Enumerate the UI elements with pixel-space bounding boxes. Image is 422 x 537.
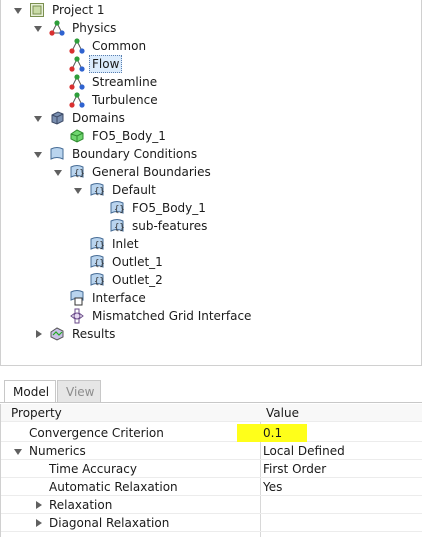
tree-label-results: Results	[72, 327, 116, 341]
interface-icon	[69, 290, 85, 306]
property-label: Numerics	[29, 444, 86, 458]
collapse-toggle[interactable]	[53, 167, 63, 177]
results-icon	[49, 326, 65, 342]
property-label: Relaxation	[49, 498, 113, 512]
tree-node-default-body[interactable]: {} FO5_Body_1	[1, 199, 241, 217]
tree-label-common: Common	[92, 39, 147, 53]
tree-node-streamline[interactable]: Streamline	[1, 73, 201, 91]
tree-node-results[interactable]: Results	[1, 325, 201, 343]
svg-text:{}: {}	[114, 205, 125, 215]
svg-text:{}: {}	[94, 259, 105, 269]
tab-view[interactable]: View	[57, 380, 101, 402]
convergence-value-field[interactable]: 0.1	[237, 424, 307, 442]
tree-node-outlet-1[interactable]: {} Outlet_1	[1, 253, 221, 271]
tree-node-mismatched[interactable]: Mismatched Grid Interface	[1, 307, 261, 325]
property-label: Diagonal Relaxation	[49, 516, 170, 530]
tree-label-turbulence: Turbulence	[92, 93, 158, 107]
tree-label-outlet-1: Outlet_1	[112, 255, 163, 269]
physics-node-icon	[69, 56, 85, 72]
tree-label-default-body: FO5_Body_1	[132, 201, 206, 215]
collapse-toggle[interactable]	[33, 23, 43, 33]
boundary-icon: {}	[109, 218, 125, 234]
collapse-toggle[interactable]	[73, 185, 83, 195]
tree-node-domains[interactable]: Domains	[1, 109, 201, 127]
tree-node-default[interactable]: {} Default	[1, 181, 221, 199]
boundary-icon: {}	[89, 254, 105, 270]
tree-label-inlet: Inlet	[112, 237, 139, 251]
expand-toggle[interactable]	[33, 518, 43, 528]
property-table: Property Value Convergence Criterion 0.1…	[0, 404, 422, 537]
tree-node-outlet-2[interactable]: {} Outlet_2	[1, 271, 221, 289]
boundary-icon: {}	[89, 236, 105, 252]
svg-text:{}: {}	[94, 187, 105, 197]
tree-label-general-boundaries: General Boundaries	[92, 165, 211, 179]
tree-node-domain-body[interactable]: FO5_Body_1	[1, 127, 221, 145]
table-header: Property Value	[1, 404, 422, 422]
physics-node-icon	[69, 92, 85, 108]
physics-node-icon	[69, 38, 85, 54]
table-row-diagonal-relaxation[interactable]: Diagonal Relaxation	[1, 514, 422, 532]
tab-model[interactable]: Model	[4, 380, 56, 402]
property-label: Automatic Relaxation	[49, 480, 178, 494]
tree-node-physics[interactable]: Physics	[1, 19, 201, 37]
property-label: Convergence Criterion	[29, 426, 164, 440]
mismatched-grid-icon	[69, 308, 85, 324]
boundary-icon: {}	[109, 200, 125, 216]
tree-label-physics: Physics	[72, 21, 117, 35]
tree-label-outlet-2: Outlet_2	[112, 273, 163, 287]
panel-tabs: Model View	[0, 378, 422, 403]
property-value[interactable]: Yes	[263, 478, 282, 496]
tree-node-interface[interactable]: Interface	[1, 289, 221, 307]
physics-node-icon	[49, 20, 65, 36]
domain-icon	[49, 110, 65, 126]
property-label: Time Accuracy	[49, 462, 137, 476]
table-row-automatic-relaxation[interactable]: Automatic Relaxation Yes	[1, 478, 422, 496]
tree-label-interface: Interface	[92, 291, 146, 305]
collapse-toggle[interactable]	[13, 446, 23, 456]
tree-label-domain-body: FO5_Body_1	[92, 129, 166, 143]
boundary-icon: {}	[69, 164, 85, 180]
tree-node-turbulence[interactable]: Turbulence	[1, 91, 201, 109]
boundary-icon: {}	[89, 182, 105, 198]
property-value[interactable]: First Order	[263, 460, 326, 478]
model-tree[interactable]: Project 1 Physics Common Flow Streamline…	[0, 0, 422, 366]
expand-toggle[interactable]	[33, 329, 43, 339]
property-value[interactable]: Local Defined	[263, 442, 345, 460]
svg-text:{}: {}	[74, 169, 85, 179]
tree-label-sub-features: sub-features	[132, 219, 208, 233]
tree-label-streamline: Streamline	[92, 75, 158, 89]
table-row-numerics[interactable]: Numerics Local Defined	[1, 442, 422, 460]
svg-text:{}: {}	[114, 223, 125, 233]
collapse-toggle[interactable]	[33, 149, 43, 159]
tree-label-flow-selected: Flow	[89, 55, 123, 73]
tree-node-sub-features[interactable]: {} sub-features	[1, 217, 241, 235]
table-row-relaxation[interactable]: Relaxation	[1, 496, 422, 514]
table-row-convergence[interactable]: Convergence Criterion 0.1	[1, 424, 422, 442]
table-row-time-accuracy[interactable]: Time Accuracy First Order	[1, 460, 422, 478]
tree-node-project[interactable]: Project 1	[1, 1, 201, 19]
tree-label-project: Project 1	[52, 3, 105, 17]
domain-body-icon	[69, 128, 85, 144]
svg-text:{}: {}	[94, 241, 105, 251]
property-value: 0.1	[263, 426, 283, 440]
tree-node-general-boundaries[interactable]: {} General Boundaries	[1, 163, 221, 181]
tree-node-boundary-conditions[interactable]: Boundary Conditions	[1, 145, 221, 163]
tree-node-inlet[interactable]: {} Inlet	[1, 235, 221, 253]
collapse-toggle[interactable]	[13, 5, 23, 15]
boundary-icon: {}	[89, 272, 105, 288]
tree-label-default: Default	[112, 183, 156, 197]
header-value: Value	[266, 406, 299, 420]
boundary-icon	[49, 146, 65, 162]
tree-node-flow[interactable]: Flow	[1, 55, 201, 73]
tree-label-mismatched: Mismatched Grid Interface	[92, 309, 252, 323]
expand-toggle[interactable]	[33, 500, 43, 510]
physics-node-icon	[69, 74, 85, 90]
tree-node-common[interactable]: Common	[1, 37, 201, 55]
svg-text:{}: {}	[94, 277, 105, 287]
tree-label-domains: Domains	[72, 111, 125, 125]
collapse-toggle[interactable]	[33, 113, 43, 123]
project-icon	[29, 2, 45, 18]
tree-label-boundary-conditions: Boundary Conditions	[72, 147, 198, 161]
header-property: Property	[11, 406, 62, 420]
